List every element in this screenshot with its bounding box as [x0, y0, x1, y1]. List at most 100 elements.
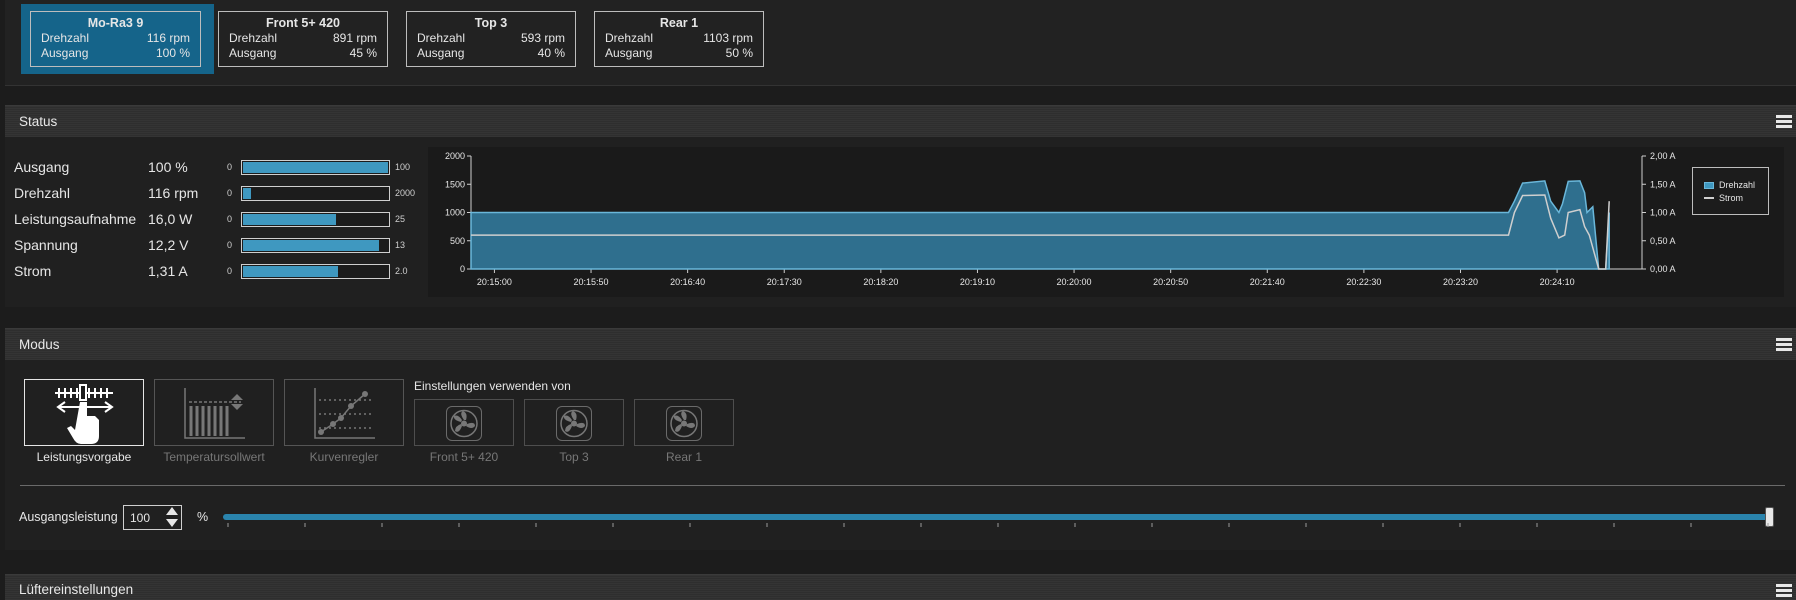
chart-y-tick-label-left: 1500 [445, 179, 465, 189]
status-label: Ausgang [14, 159, 70, 175]
fan-icon [446, 406, 482, 441]
chart-y-tick-label-left: 2000 [445, 151, 465, 161]
fan-card-rpm-row: Drehzahl 891 rpm [229, 31, 377, 46]
chart-x-tick-label: 20:15:50 [574, 277, 609, 287]
mode-label-leistungsvorgabe: Leistungsvorgabe [36, 450, 132, 464]
fan-card-rpm-value: 116 rpm [146, 31, 190, 45]
use-settings-button-2[interactable] [634, 399, 734, 446]
output-power-slider[interactable] [223, 514, 1774, 520]
fan-card-2[interactable]: Top 3 Drehzahl 593 rpm Ausgang 40 % [406, 11, 576, 67]
use-settings-button-1[interactable] [524, 399, 624, 446]
chart-y-tick-label-right: 1,50 A [1650, 179, 1676, 189]
legend-item-drehzahl: Drehzahl [1704, 180, 1755, 190]
fan-card-rpm-value: 891 rpm [332, 31, 377, 45]
use-settings-label-2: Rear 1 [665, 450, 703, 464]
status-header: Status [5, 105, 1796, 137]
fan-card-0[interactable]: Mo-Ra3 9 Drehzahl 116 rpm Ausgang 100 % [30, 11, 201, 67]
status-value: 16,0 W [148, 211, 193, 227]
status-chart-svg: 2000 1500 1000 500 0 2,00 A 1,50 A 1,00 A 0,50 A… [445, 151, 1676, 287]
mode-button-kurvenregler[interactable] [284, 379, 404, 446]
fan-card-title: Mo-Ra3 9 [87, 16, 144, 30]
modus-menu-icon[interactable] [1776, 338, 1792, 352]
use-settings-label-0: Front 5+ 420 [429, 450, 499, 464]
fan-card-output-value: 45 % [349, 46, 377, 60]
fan-card-output-row: Ausgang 45 % [229, 46, 377, 61]
fan-card-rpm-label: Drehzahl [41, 31, 90, 45]
fan-card-output-row: Ausgang 40 % [417, 46, 565, 61]
spin-up-icon[interactable] [166, 507, 178, 515]
legend-swatch-strom [1704, 197, 1714, 199]
temperature-setpoint-icon [184, 388, 245, 439]
fan-card-output-value: 100 % [155, 46, 190, 60]
mode-label-kurvenregler: Kurvenregler [309, 450, 379, 464]
chart-x-tick-label: 20:23:20 [1443, 277, 1478, 287]
fan-card-title: Rear 1 [659, 16, 699, 30]
fan-settings-menu-icon[interactable] [1776, 584, 1792, 598]
fan-card-rpm-value: 1103 rpm [703, 31, 753, 45]
status-menu-icon[interactable] [1776, 115, 1792, 129]
chart-y-tick-label-left: 0 [460, 264, 465, 274]
status-bar-fill [243, 240, 380, 251]
chart-x-tick-label: 20:17:30 [767, 277, 802, 287]
modus-title: Modus [19, 337, 60, 352]
fan-card-output-row: Ausgang 50 % [605, 46, 753, 61]
mode-button-leistungsvorgabe[interactable] [24, 379, 144, 446]
fan-card-output-label: Ausgang [41, 46, 89, 60]
status-bar-fill [243, 214, 336, 225]
use-settings-label-1: Top 3 [559, 450, 589, 464]
fan-card-rpm-row: Drehzahl 593 rpm [417, 31, 565, 46]
status-bar [241, 238, 390, 253]
fan-card-rpm-label: Drehzahl [417, 31, 466, 45]
status-bar-max: 25 [395, 214, 406, 224]
output-power-label: Ausgangsleistung [19, 510, 118, 524]
fan-card-output-label: Ausgang [417, 46, 465, 60]
fan-card-1[interactable]: Front 5+ 420 Drehzahl 891 rpm Ausgang 45 % [218, 11, 388, 67]
chart-legend: Drehzahl Strom [1692, 167, 1769, 215]
chart-x-tick-label: 20:19:10 [960, 277, 995, 287]
spin-down-icon[interactable] [166, 519, 178, 527]
chart-y-tick-label-right: 2,00 A [1650, 151, 1676, 161]
fan-icon [556, 406, 592, 441]
slider-ticks [227, 523, 1769, 527]
fan-card-output-row: Ausgang 100 % [41, 46, 190, 61]
status-label: Strom [14, 263, 52, 279]
legend-item-strom: Strom [1704, 193, 1743, 203]
status-bar-fill [243, 162, 388, 173]
status-bar-max: 2000 [395, 188, 416, 198]
mode-button-temperatursollwert[interactable] [154, 379, 274, 446]
status-bar [241, 160, 390, 175]
fan-card-3[interactable]: Rear 1 Drehzahl 1103 rpm Ausgang 50 % [594, 11, 764, 67]
fan-card-rpm-row: Drehzahl 116 rpm [41, 31, 190, 46]
fan-card-output-label: Ausgang [229, 46, 277, 60]
chart-y-tick-label-left: 1000 [445, 208, 465, 218]
chart-y-tick-label-left: 500 [450, 236, 465, 246]
legend-swatch-drehzahl [1704, 181, 1714, 189]
modus-divider [20, 485, 1785, 486]
status-bar-min: 0 [227, 214, 233, 224]
status-bar-max: 100 [395, 162, 411, 172]
fan-settings-title: Lüftereinstellungen [19, 582, 134, 597]
chart-x-tick-label: 20:24:10 [1540, 277, 1575, 287]
chart-x-tick-label: 20:22:30 [1346, 277, 1381, 287]
status-value: 1,31 A [148, 263, 188, 279]
chart-series-drehzahl [470, 180, 1610, 270]
status-label: Spannung [14, 237, 78, 253]
status-bar [241, 264, 390, 279]
legend-label-strom: Strom [1719, 193, 1744, 203]
status-bar-min: 0 [227, 240, 233, 250]
chart-y-tick-label-right: 0,00 A [1650, 264, 1676, 274]
status-title: Status [19, 114, 58, 129]
chart-x-tick-label: 20:20:50 [1153, 277, 1188, 287]
status-bar-max: 13 [395, 240, 406, 250]
chart-y-tick-label-right: 1,00 A [1650, 208, 1676, 218]
modus-header: Modus [5, 328, 1796, 360]
curve-controller-icon [314, 388, 375, 439]
fan-card-output-label: Ausgang [605, 46, 653, 60]
status-label: Drehzahl [14, 185, 71, 201]
chart-x-tick-label: 20:18:20 [863, 277, 898, 287]
fan-card-title: Top 3 [474, 16, 508, 30]
chart-x-tick-label: 20:21:40 [1250, 277, 1285, 287]
fan-card-output-value: 50 % [725, 46, 753, 60]
fan-icon [666, 406, 702, 441]
use-settings-button-0[interactable] [414, 399, 514, 446]
